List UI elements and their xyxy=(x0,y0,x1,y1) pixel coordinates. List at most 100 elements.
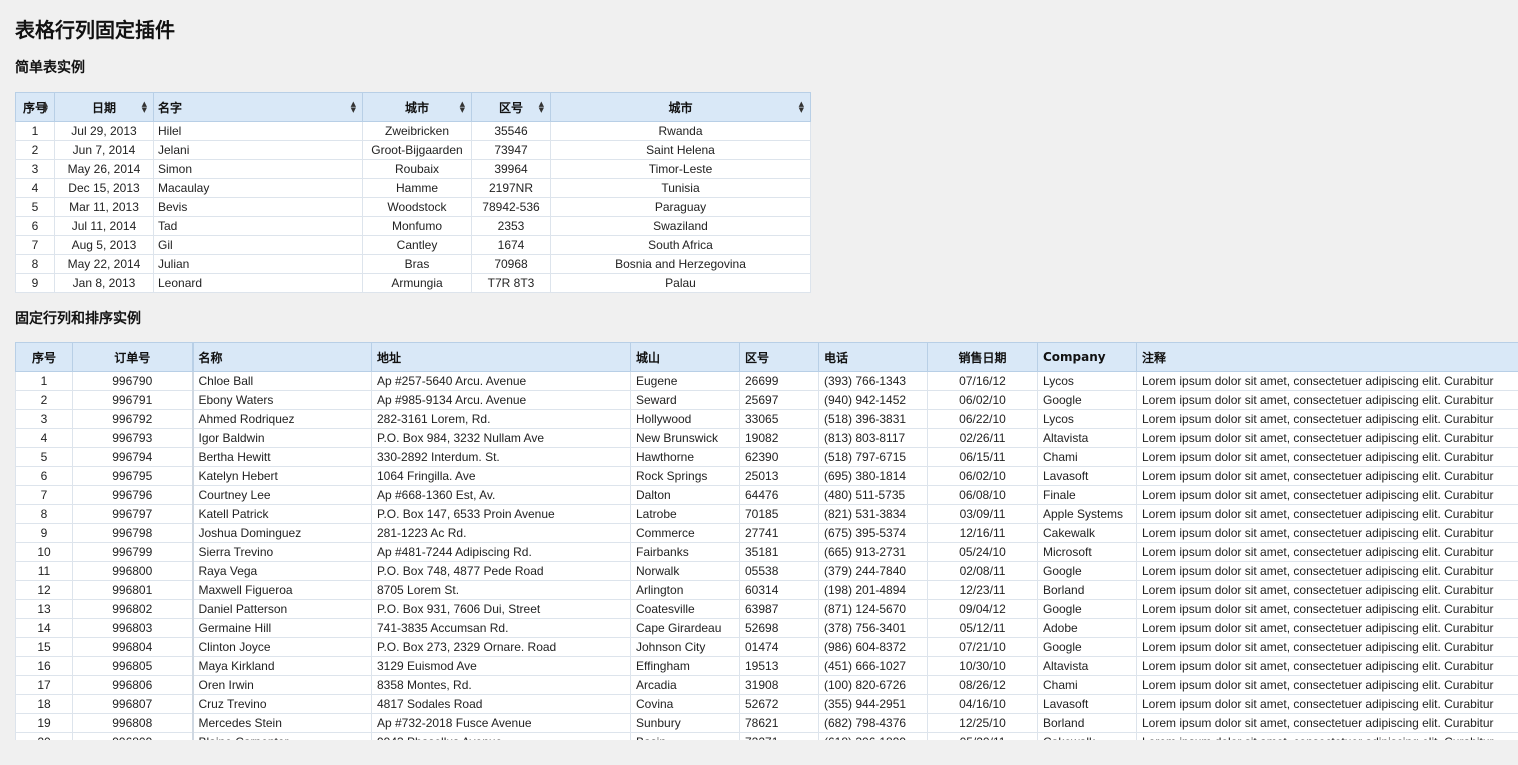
table-cell: Hamme xyxy=(362,178,472,198)
table-cell: T7R 8T3 xyxy=(471,273,551,293)
table-cell: 07/21/10 xyxy=(927,637,1038,657)
table-cell: 05538 xyxy=(739,561,819,581)
table-cell: Google xyxy=(1037,599,1137,619)
fixed-header-col-company[interactable]: Company xyxy=(1037,342,1137,372)
table-cell: Lorem ipsum dolor sit amet, consectetuer… xyxy=(1136,390,1518,410)
table-cell: 52672 xyxy=(739,694,819,714)
table-cell: Katell Patrick xyxy=(192,504,372,524)
sort-icon[interactable]: ▲ ▼ xyxy=(799,101,804,114)
fixed-header-col-zip[interactable]: 区号 xyxy=(739,342,819,372)
table-cell: Arcadia xyxy=(630,675,740,695)
fixed-header-col-notes[interactable]: 注释 xyxy=(1136,342,1518,372)
fixed-header-col-city[interactable]: 城山 xyxy=(630,342,740,372)
table-cell: Covina xyxy=(630,694,740,714)
table-cell: Adobe xyxy=(1037,618,1137,638)
sort-icon[interactable]: ▲ ▼ xyxy=(43,101,48,114)
table-cell: Chloe Ball xyxy=(192,371,372,391)
table-row: 11 996800 Raya Vega P.O. Box 748, 4877 Pede… xyxy=(15,561,1518,581)
table-cell: 281-1223 Ac Rd. xyxy=(371,523,631,543)
table-cell: 60314 xyxy=(739,580,819,600)
table-cell: 05/24/10 xyxy=(927,542,1038,562)
table-cell: Lorem ipsum dolor sit amet, consectetuer… xyxy=(1136,523,1518,543)
table-cell: 9 xyxy=(15,273,55,293)
table-row: 8 May 22, 2014 Julian Bras 70968 Bosnia and H… xyxy=(15,254,811,274)
fixed-table-scroll-container[interactable]: 序号 订单号 名称 地址 城山 区号 电话 销售日期 Company 注释 1 996790 Chlo… xyxy=(15,342,1518,740)
table-cell: (813) 803-8117 xyxy=(818,428,928,448)
table-cell: 8358 Montes, Rd. xyxy=(371,675,631,695)
fixed-header-col-phone[interactable]: 电话 xyxy=(818,342,928,372)
fixed-sort-table: 序号 订单号 名称 地址 城山 区号 电话 销售日期 Company 注释 1 996790 Chlo… xyxy=(15,342,1518,740)
simple-header-col-date[interactable]: 日期 ▲ ▼ xyxy=(54,92,154,122)
table-cell: Google xyxy=(1037,637,1137,657)
table-cell: (986) 604-8372 xyxy=(818,637,928,657)
table-cell: Johnson City xyxy=(630,637,740,657)
table-cell: Dec 15, 2013 xyxy=(54,178,154,198)
fixed-header-col-address[interactable]: 地址 xyxy=(371,342,631,372)
fixed-header-col-index[interactable]: 序号 xyxy=(15,342,73,372)
table-cell: 7 xyxy=(15,485,73,505)
table-cell: Lorem ipsum dolor sit amet, consectetuer… xyxy=(1136,504,1518,524)
table-cell: Courtney Lee xyxy=(192,485,372,505)
table-cell: 5 xyxy=(15,197,55,217)
table-cell: (480) 511-5735 xyxy=(818,485,928,505)
simple-header-col-zip[interactable]: 区号 ▲ ▼ xyxy=(471,92,551,122)
table-cell: (665) 913-2731 xyxy=(818,542,928,562)
simple-header-label: 日期 xyxy=(91,100,116,115)
table-cell: 15 xyxy=(15,637,73,657)
table-cell: Jan 8, 2013 xyxy=(54,273,154,293)
table-cell: Cruz Trevino xyxy=(192,694,372,714)
sort-icon[interactable]: ▲ ▼ xyxy=(142,101,147,114)
table-cell: Borland xyxy=(1037,713,1137,733)
simple-header-col-name[interactable]: 名字 ▲ ▼ xyxy=(153,92,363,122)
table-cell: 996809 xyxy=(72,732,194,740)
table-cell: South Africa xyxy=(550,235,811,255)
table-cell: Norwalk xyxy=(630,561,740,581)
table-row: 17 996806 Oren Irwin 8358 Montes, Rd. Arcadi… xyxy=(15,675,1518,695)
simple-header-col-country[interactable]: 城市 ▲ ▼ xyxy=(550,92,811,122)
table-cell: Simon xyxy=(153,159,363,179)
table-cell: 6 xyxy=(15,466,73,486)
sort-icon[interactable]: ▲ ▼ xyxy=(539,101,544,114)
table-cell: Aug 5, 2013 xyxy=(54,235,154,255)
table-cell: 72271 xyxy=(739,732,819,740)
table-cell: 996793 xyxy=(72,428,194,448)
fixed-header-col-name[interactable]: 名称 xyxy=(192,342,372,372)
fixed-header-col-order-no[interactable]: 订单号 xyxy=(72,342,194,372)
table-cell: 1674 xyxy=(471,235,551,255)
table-cell: (675) 395-5374 xyxy=(818,523,928,543)
table-cell: 13 xyxy=(15,599,73,619)
table-row: 16 996805 Maya Kirkland 3129 Euismod Ave Eff… xyxy=(15,656,1518,676)
table-cell: Bosnia and Herzegovina xyxy=(550,254,811,274)
table-cell: 33065 xyxy=(739,409,819,429)
table-cell: Lorem ipsum dolor sit amet, consectetuer… xyxy=(1136,485,1518,505)
table-cell: Zweibricken xyxy=(362,121,472,141)
table-cell: Lorem ipsum dolor sit amet, consectetuer… xyxy=(1136,447,1518,467)
table-cell: 3 xyxy=(15,159,55,179)
table-cell: 330-2892 Interdum. St. xyxy=(371,447,631,467)
simple-header-col-city[interactable]: 城市 ▲ ▼ xyxy=(362,92,472,122)
simple-header-col-index[interactable]: 序号 ▲ ▼ xyxy=(15,92,55,122)
fixed-header-col-sale-date[interactable]: 销售日期 xyxy=(927,342,1038,372)
table-cell: Apple Systems xyxy=(1037,504,1137,524)
table-cell: Julian xyxy=(153,254,363,274)
table-cell: 78621 xyxy=(739,713,819,733)
table-cell: Macaulay xyxy=(153,178,363,198)
table-cell: (940) 942-1452 xyxy=(818,390,928,410)
sort-icon[interactable]: ▲ ▼ xyxy=(351,101,356,114)
table-cell: 9943 Phasellus Avenue xyxy=(371,732,631,740)
table-cell: Seward xyxy=(630,390,740,410)
table-cell: 2 xyxy=(15,390,73,410)
sort-icon[interactable]: ▲ ▼ xyxy=(460,101,465,114)
table-row: 5 996794 Bertha Hewitt 330-2892 Interdum. S… xyxy=(15,447,1518,467)
table-cell: 3 xyxy=(15,409,73,429)
table-row: 5 Mar 11, 2013 Bevis Woodstock 78942-536 Para… xyxy=(15,197,811,217)
table-cell: 25697 xyxy=(739,390,819,410)
table-cell: 08/26/12 xyxy=(927,675,1038,695)
table-cell: 5 xyxy=(15,447,73,467)
table-cell: Katelyn Hebert xyxy=(192,466,372,486)
table-cell: Roubaix xyxy=(362,159,472,179)
table-cell: 19 xyxy=(15,713,73,733)
table-cell: Arlington xyxy=(630,580,740,600)
table-cell: 996802 xyxy=(72,599,194,619)
table-cell: 25013 xyxy=(739,466,819,486)
